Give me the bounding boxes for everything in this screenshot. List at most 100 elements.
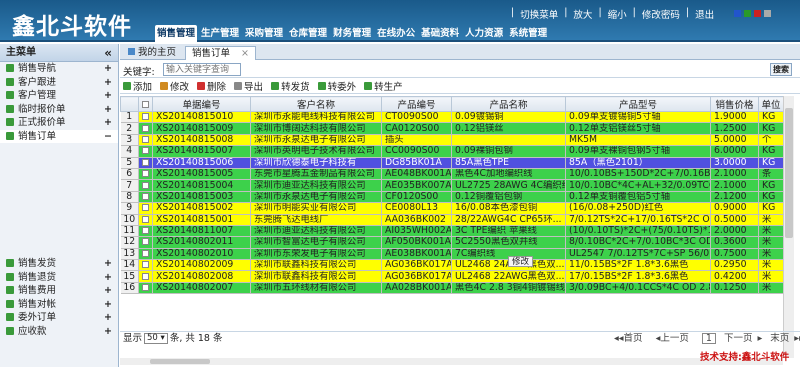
tab-sales-order[interactable]: 销售订单 ×: [185, 46, 257, 60]
page-size-select[interactable]: 50 ▾: [144, 333, 168, 344]
row-checkbox[interactable]: [142, 272, 149, 280]
sidebar-item-items-1[interactable]: 客户跟进 +: [0, 76, 118, 90]
toolbar-button-5[interactable]: 转委外: [317, 79, 356, 93]
table-row[interactable]: 10 XS20140815001 东莞腾飞达电线厂 AA036BK002 28/22AW…: [120, 214, 784, 226]
row-checkbox[interactable]: [142, 147, 149, 155]
theme-green-icon[interactable]: [744, 10, 751, 17]
next-page-button[interactable]: 下一页 ▸: [724, 333, 762, 344]
column-header-3[interactable]: 客户名称: [250, 96, 382, 112]
search-button[interactable]: 搜索: [770, 63, 792, 76]
sidebar-item-items-0[interactable]: 销售导航 +: [0, 62, 118, 76]
toolbar-button-2[interactable]: 删除: [197, 79, 226, 93]
last-page-button[interactable]: 末页▸▸: [770, 333, 800, 344]
table-row[interactable]: 3 XS20140815008 深圳市永泉达电子有限公司 插头 MK5M 5.0000 个: [120, 134, 784, 147]
table-row[interactable]: 11 XS20140811007 深圳市迪亚达科技有限公司 AI035WH002A 3C…: [120, 225, 784, 238]
sidebar-item-items-3[interactable]: 临时报价单 +: [0, 103, 118, 117]
horizontal-scrollbar[interactable]: [120, 358, 783, 365]
toolbar-button-1[interactable]: 修改: [160, 79, 189, 93]
expand-icon[interactable]: −: [104, 130, 112, 144]
table-row[interactable]: 16 XS20140802007 深圳市五环线材有限公司 AA028BK001A 黑色4…: [120, 282, 784, 295]
sidebar-item-items2-0[interactable]: 销售发货 +: [0, 257, 118, 271]
top-link-4[interactable]: 退出: [695, 7, 714, 21]
nav-item-3[interactable]: 仓库管理: [287, 25, 329, 42]
close-icon[interactable]: ×: [241, 48, 249, 59]
table-row[interactable]: 2 XS20140815009 深圳市博阔达科技有限公司 CA0120S00 0.12铝…: [120, 122, 784, 135]
table-row[interactable]: 9 XS20140815002 深圳市明能实业有限公司 CE0080L13 16/0.0…: [120, 202, 784, 215]
table-row[interactable]: 4 XS20140815007 深圳市英明电子技术有限公司 CC0090S00 0.09…: [120, 145, 784, 158]
page-number-input[interactable]: 1: [701, 333, 716, 344]
vertical-scroll-thumb[interactable]: [785, 108, 793, 238]
toolbar-button-3[interactable]: 导出: [234, 79, 263, 93]
expand-icon[interactable]: +: [104, 311, 112, 325]
row-checkbox[interactable]: [142, 181, 149, 189]
nav-item-2[interactable]: 采购管理: [243, 25, 285, 42]
row-checkbox[interactable]: [142, 238, 149, 246]
sidebar-item-items-2[interactable]: 客户管理 +: [0, 89, 118, 103]
sidebar-item-items-4[interactable]: 正式报价单 +: [0, 116, 118, 130]
row-checkbox[interactable]: [142, 135, 149, 143]
nav-item-8[interactable]: 系统管理: [507, 25, 549, 42]
theme-gray-icon[interactable]: [764, 10, 771, 17]
row-checkbox[interactable]: [142, 124, 149, 132]
expand-icon[interactable]: +: [104, 284, 112, 298]
toolbar-button-4[interactable]: 转发货: [271, 79, 310, 93]
top-link-1[interactable]: 放大: [573, 7, 592, 21]
column-header-8[interactable]: 单位: [758, 96, 784, 112]
sidebar-item-items2-3[interactable]: 销售对帐 +: [0, 298, 118, 312]
column-header-2[interactable]: 单据编号: [152, 96, 251, 112]
row-checkbox[interactable]: [142, 261, 149, 269]
row-checkbox[interactable]: [142, 158, 149, 166]
expand-icon[interactable]: +: [104, 257, 112, 271]
column-header-4[interactable]: 产品编号: [381, 96, 452, 112]
row-checkbox[interactable]: [142, 170, 149, 178]
horizontal-scroll-thumb[interactable]: [150, 359, 210, 364]
table-row[interactable]: 6 XS20140815005 东莞市星腾五金制品有限公司 AE048BK001A 黑色…: [120, 168, 784, 181]
column-header-5[interactable]: 产品名称: [451, 96, 566, 112]
column-header-0[interactable]: [120, 96, 139, 112]
table-row[interactable]: 8 XS20140815003 深圳市永泉达电子有限公司 CF0120S00 0.12铜…: [120, 191, 784, 204]
table-row[interactable]: 7 XS20140815004 深圳市迪亚达科技有限公司 AE035BK007A UL2…: [120, 179, 784, 192]
toolbar-button-6[interactable]: 转生产: [364, 79, 403, 93]
nav-item-0[interactable]: 销售管理: [155, 25, 198, 42]
theme-blue-icon[interactable]: [734, 10, 741, 17]
nav-item-4[interactable]: 财务管理: [331, 25, 373, 42]
sidebar-item-items2-4[interactable]: 委外订单 +: [0, 311, 118, 325]
select-all-checkbox[interactable]: [142, 100, 149, 108]
column-header-7[interactable]: 销售价格: [710, 96, 759, 112]
sidebar-item-items2-1[interactable]: 销售退货 +: [0, 271, 118, 285]
vertical-scrollbar[interactable]: [783, 96, 794, 358]
table-row[interactable]: 1 XS20140815010 深圳市永能电线科技有限公司 CT0090S00 0.09…: [120, 111, 784, 124]
nav-item-7[interactable]: 人力资源: [463, 25, 505, 42]
column-header-1[interactable]: [138, 96, 153, 112]
expand-icon[interactable]: +: [104, 298, 112, 312]
keyword-input[interactable]: [163, 63, 241, 76]
expand-icon[interactable]: +: [104, 325, 112, 339]
expand-icon[interactable]: +: [104, 89, 112, 103]
sidebar-item-items2-5[interactable]: 应收款 +: [0, 325, 118, 339]
row-checkbox[interactable]: [142, 227, 149, 235]
top-link-3[interactable]: 修改密码: [642, 7, 680, 21]
row-checkbox[interactable]: [142, 249, 149, 257]
row-checkbox[interactable]: [142, 284, 149, 292]
row-checkbox[interactable]: [142, 113, 149, 121]
expand-icon[interactable]: +: [104, 116, 112, 130]
tab-home[interactable]: 我的主页: [122, 46, 182, 60]
top-link-2[interactable]: 缩小: [608, 7, 627, 21]
nav-item-5[interactable]: 在线办公: [375, 25, 417, 42]
table-row[interactable]: 15 XS20140802008 深圳市联鑫科技有限公司 AG036BK017A UL2…: [120, 270, 784, 283]
expand-icon[interactable]: +: [104, 271, 112, 285]
sidebar-item-items-5[interactable]: 销售订单 −: [0, 129, 118, 144]
row-checkbox[interactable]: [142, 192, 149, 200]
top-link-0[interactable]: 切换菜单: [520, 7, 558, 21]
prev-page-button[interactable]: ◂上一页: [656, 333, 694, 344]
sidebar-item-items2-2[interactable]: 销售费用 +: [0, 284, 118, 298]
nav-item-6[interactable]: 基础资料: [419, 25, 461, 42]
expand-icon[interactable]: +: [104, 76, 112, 90]
row-checkbox[interactable]: [142, 215, 149, 223]
first-page-button[interactable]: ◂◂首页: [614, 333, 648, 344]
toolbar-button-0[interactable]: 添加: [123, 79, 152, 93]
column-header-6[interactable]: 产品型号: [565, 96, 711, 112]
table-row[interactable]: 14 XS20140802009 深圳市联鑫科技有限公司 AG036BK017A UL2…: [120, 259, 784, 272]
table-row[interactable]: 13 XS20140802010 深圳市东荣发电子有限公司 AE038BK001A 7C…: [120, 248, 784, 261]
row-checkbox[interactable]: [142, 204, 149, 212]
